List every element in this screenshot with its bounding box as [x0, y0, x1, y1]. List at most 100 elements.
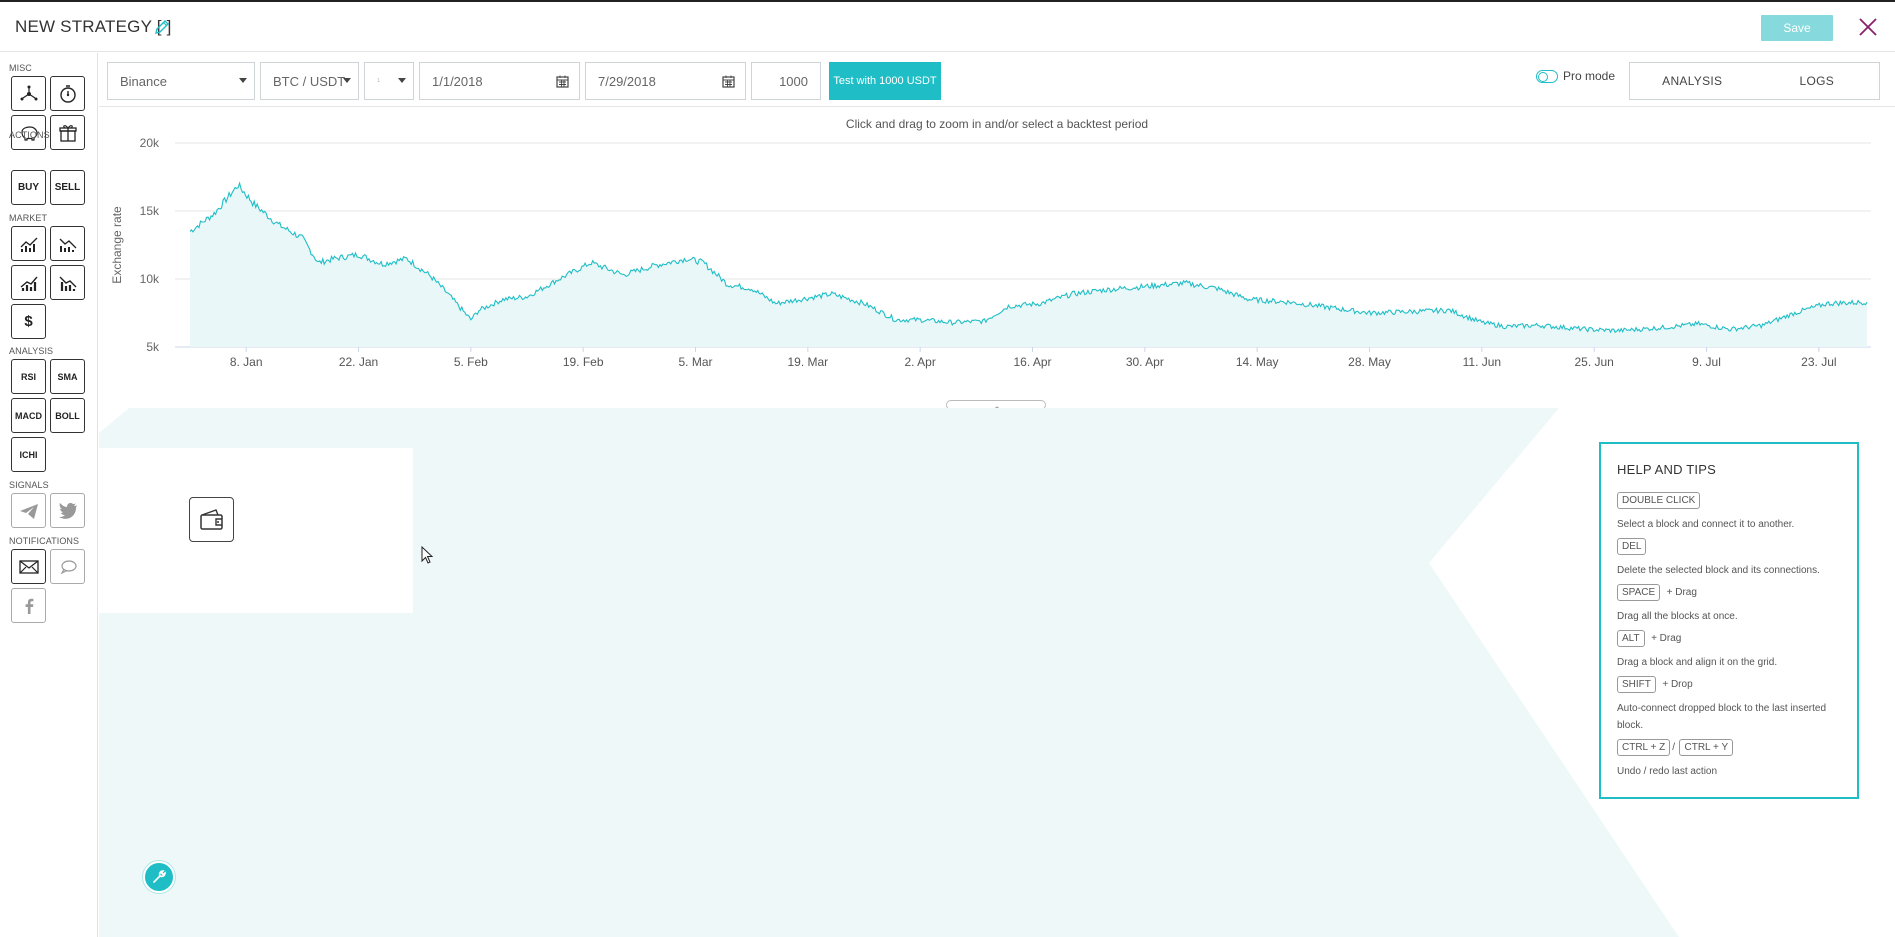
settings-wrench-button[interactable] [143, 861, 175, 893]
interval-select[interactable]: 1 [364, 62, 414, 100]
x-tick-label: 19. Mar [787, 355, 828, 369]
pencil-icon[interactable] [153, 18, 171, 36]
chat-icon[interactable] [50, 549, 85, 584]
tip-item: SHIFT + Drop Auto-connect dropped block … [1617, 674, 1847, 734]
y-tick-label: 20k [140, 136, 160, 150]
x-tick-label: 25. Jun [1574, 355, 1613, 369]
y-axis-label: Exchange rate [110, 206, 124, 284]
chevron-down-icon [239, 78, 247, 83]
interval-value: 1 [377, 78, 381, 84]
x-tick-label: 5. Mar [678, 355, 712, 369]
amount-input[interactable]: 1000 [751, 62, 821, 100]
tab-logs[interactable]: LOGS [1755, 63, 1880, 99]
chevron-down-icon [398, 78, 406, 83]
tip-separator: / [1672, 742, 1676, 753]
facebook-icon[interactable] [11, 588, 46, 623]
selection-area [99, 448, 413, 613]
kbd-key: CTRL + Z [1617, 739, 1671, 756]
exchange-value: Binance [120, 73, 167, 89]
end-date-value: 7/29/2018 [598, 73, 656, 89]
x-tick-label: 23. Jul [1801, 355, 1836, 369]
kbd-key: CTRL + Y [1679, 739, 1734, 756]
kbd-key: DEL [1617, 538, 1647, 555]
ichi-block[interactable]: ICHI [11, 437, 46, 472]
market-up-icon[interactable] [11, 226, 46, 261]
email-icon[interactable] [11, 549, 46, 584]
sma-block[interactable]: SMA [50, 359, 85, 394]
pro-mode-label: Pro mode [1563, 69, 1616, 83]
market-down-icon[interactable] [50, 226, 85, 261]
tip-item: CTRL + Z / CTRL + Y Undo / redo last acti… [1617, 737, 1847, 780]
backtest-toolbar: Binance BTC / USDT 1 1/1/2018 7/29/2018 … [99, 53, 1895, 107]
pair-value: BTC / USDT [273, 73, 345, 89]
page-title: NEW STRATEGY [ ] [15, 17, 172, 36]
kbd-key: ALT [1617, 630, 1645, 647]
pair-select[interactable]: BTC / USDT [260, 62, 359, 100]
help-title: HELP AND TIPS [1617, 462, 1716, 477]
tip-description: Drag a block and align it on the grid. [1617, 657, 1778, 668]
gift-icon[interactable] [50, 115, 85, 150]
x-tick-label: 11. Jun [1463, 355, 1501, 369]
tip-suffix: + Drag [1666, 587, 1697, 598]
section-label-market: MARKET [9, 213, 48, 223]
section-label-actions: ACTIONS [9, 130, 50, 140]
tip-item: SPACE + Drag Drag all the blocks at once… [1617, 582, 1847, 625]
tab-analysis[interactable]: ANALYSIS [1630, 63, 1755, 99]
dollar-block[interactable]: $ [11, 304, 46, 339]
series-area [190, 183, 1867, 347]
start-date-input[interactable]: 1/1/2018 [419, 62, 580, 100]
section-label-misc: MISC [9, 63, 32, 73]
kbd-key: SHIFT [1617, 676, 1656, 693]
pro-mode-toggle[interactable]: Pro mode [1536, 69, 1615, 83]
x-tick-label: 2. Apr [904, 355, 935, 369]
exchange-select[interactable]: Binance [107, 62, 255, 100]
timer-icon[interactable] [50, 76, 85, 111]
kbd-key: DOUBLE CLICK [1617, 492, 1701, 509]
tip-description: Select a block and connect it to another… [1617, 519, 1795, 530]
x-tick-label: 28. May [1348, 355, 1391, 369]
help-panel: HELP AND TIPS DOUBLE CLICK Select a bloc… [1599, 442, 1859, 799]
kbd-key: SPACE [1617, 584, 1661, 601]
tip-suffix: + Drag [1651, 633, 1682, 644]
test-backtest-button[interactable]: Test with 1000 USDT [829, 62, 941, 100]
section-label-signals: SIGNALS [9, 480, 49, 490]
x-tick-label: 16. Apr [1013, 355, 1051, 369]
tip-suffix: + Drop [1662, 679, 1693, 690]
x-tick-label: 14. May [1236, 355, 1279, 369]
tip-item: ALT + Drag Drag a block and align it on … [1617, 628, 1847, 671]
amount-value: 1000 [779, 73, 808, 89]
tip-description: Drag all the blocks at once. [1617, 611, 1738, 622]
close-icon[interactable] [1857, 16, 1879, 38]
volume-up-icon[interactable] [11, 265, 46, 300]
header: NEW STRATEGY [ ] Save [0, 0, 1895, 52]
tip-description: Auto-connect dropped block to the last i… [1617, 703, 1827, 731]
twitter-icon[interactable] [50, 493, 85, 528]
calendar-icon[interactable] [556, 75, 569, 88]
price-chart-svg[interactable]: 5k 10k 15k 20k Exchange rate 8. Jan 22. Jan 5. … [99, 108, 1895, 407]
calendar-icon[interactable] [722, 75, 735, 88]
view-tabs: ANALYSIS LOGS [1629, 62, 1880, 100]
wallet-block[interactable] [189, 497, 234, 542]
price-chart[interactable]: Click and drag to zoom in and/or select … [99, 108, 1895, 407]
buy-block[interactable]: BUY [11, 170, 46, 205]
wallet-icon [199, 508, 223, 530]
y-tick-label: 5k [146, 340, 160, 354]
x-tick-label: 30. Apr [1126, 355, 1164, 369]
macd-block[interactable]: MACD [11, 398, 46, 433]
node-icon[interactable] [11, 76, 46, 111]
end-date-input[interactable]: 7/29/2018 [585, 62, 746, 100]
mouse-cursor-icon [421, 546, 434, 564]
rsi-block[interactable]: RSI [11, 359, 46, 394]
chevron-down-icon [343, 78, 351, 83]
boll-block[interactable]: BOLL [50, 398, 85, 433]
y-tick-label: 10k [140, 272, 160, 286]
x-tick-label: 9. Jul [1692, 355, 1721, 369]
telegram-icon[interactable] [11, 493, 46, 528]
save-button[interactable]: Save [1761, 15, 1833, 41]
toggle-switch-icon[interactable] [1536, 69, 1558, 83]
sell-block[interactable]: SELL [50, 170, 85, 205]
volume-down-icon[interactable] [50, 265, 85, 300]
tip-description: Delete the selected block and its connec… [1617, 565, 1820, 576]
tip-description: Undo / redo last action [1617, 766, 1718, 777]
x-tick-label: 8. Jan [230, 355, 263, 369]
